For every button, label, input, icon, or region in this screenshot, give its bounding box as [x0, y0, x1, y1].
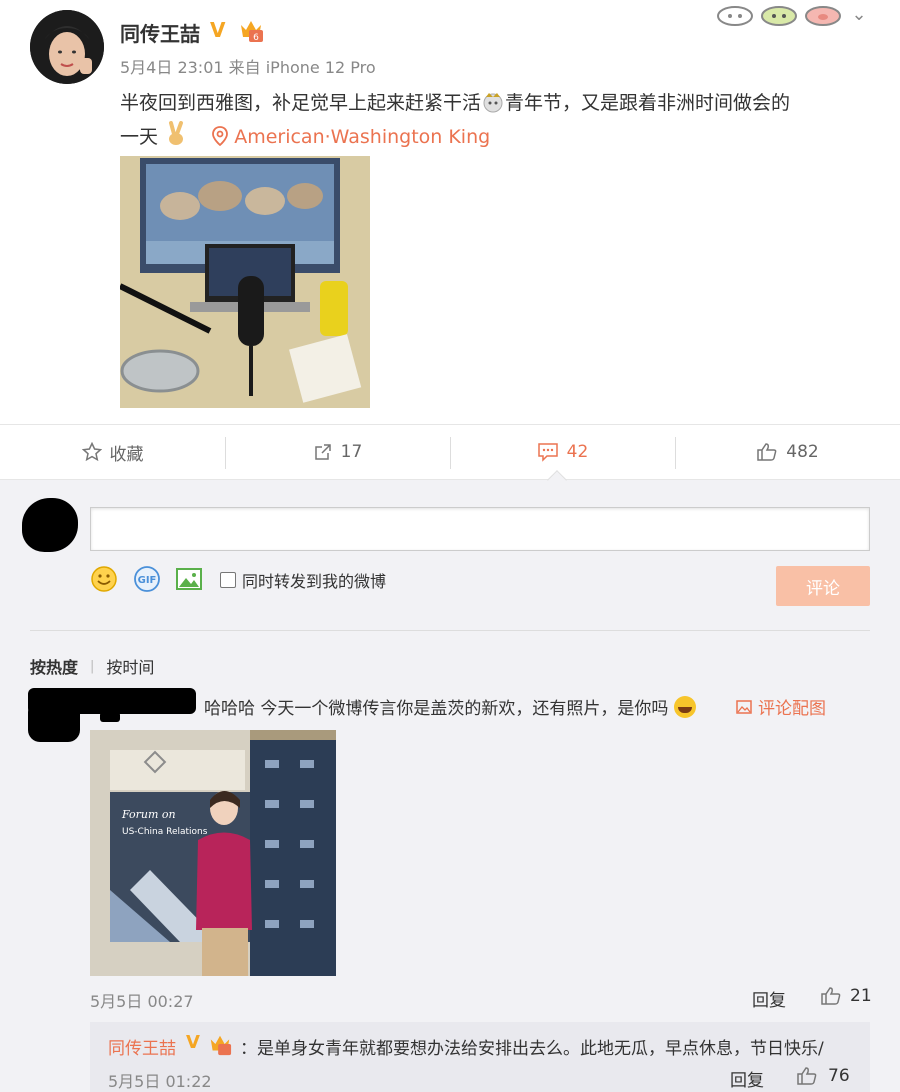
comment-text: 哈哈哈 今天一个微博传言你是盖茨的新欢，还有照片，是你吗: [204, 694, 697, 719]
redacted-mark: [100, 712, 120, 722]
picture-icon: [736, 699, 752, 714]
comment-reply-button[interactable]: 回复: [752, 986, 786, 1011]
action-bar: 收藏 17 42 482: [0, 424, 900, 480]
post-card: 同传王喆 V 6 5月4日 23:01 来自 iPhone 12 Pro ⌄ 半…: [0, 0, 900, 424]
comment-like-count: 21: [850, 986, 872, 1006]
verified-badge: V: [210, 18, 226, 42]
svg-text:6: 6: [253, 33, 259, 43]
location-pin-icon: [212, 126, 229, 146]
top-emoji-strip: ⌄: [716, 4, 870, 26]
reply-time: 5月5日 01:22: [108, 1072, 212, 1091]
redacted-commenter-avatar: [28, 700, 80, 742]
thumbs-up-icon: [797, 1067, 817, 1085]
reply-verified-badge: V: [186, 1032, 200, 1053]
post-text-line1: 半夜回到西雅图，补足觉早上起来赶紧干活 青年节，又是跟着非洲时间做会的: [120, 86, 880, 120]
post-text-line2: 一天 American·Washington King: [120, 120, 880, 154]
bean-emoji-icon[interactable]: [760, 4, 798, 26]
medal-icon[interactable]: 6: [238, 17, 264, 43]
chevron-down-icon[interactable]: ⌄: [848, 4, 870, 26]
comment-icon: [537, 443, 558, 462]
thumbs-up-icon: [757, 443, 777, 461]
location-text: American·Washington King: [234, 126, 491, 148]
comment-like-button[interactable]: 21: [820, 986, 872, 1006]
gif-icon[interactable]: GIF: [133, 565, 161, 593]
crown-emoji-icon: [481, 89, 505, 113]
redacted-user-avatar: [22, 498, 78, 552]
forward-to-weibo-option[interactable]: 同时转发到我的微博: [220, 568, 386, 592]
post-text: 半夜回到西雅图，补足觉早上起来赶紧干活 青年节，又是跟着非洲时间做会的 一天 Am…: [120, 86, 880, 154]
like-count: 482: [786, 442, 819, 462]
post-text-part1: 半夜回到西雅图，补足觉早上起来赶紧干活: [120, 92, 482, 114]
reply-reply-button[interactable]: 回复: [730, 1066, 764, 1091]
reply-medal-icon[interactable]: [208, 1032, 232, 1056]
comment-button[interactable]: 42: [450, 425, 675, 479]
post-text-part3: 一天: [120, 126, 159, 148]
repost-button[interactable]: 17: [225, 425, 450, 479]
comment-count: 42: [566, 442, 589, 462]
emoji-icon[interactable]: [90, 565, 118, 593]
thumbs-up-icon: [821, 987, 841, 1005]
comment-pic-link[interactable]: 评论配图: [736, 694, 826, 719]
comment-body: 哈哈哈 今天一个微博传言你是盖茨的新欢，还有照片，是你吗: [204, 699, 669, 719]
post-image[interactable]: [120, 156, 370, 408]
image-icon[interactable]: [175, 565, 203, 593]
forward-checkbox[interactable]: [220, 572, 236, 588]
location-link[interactable]: American·Washington King: [212, 126, 490, 148]
share-icon: [314, 444, 331, 460]
cap-emoji-icon[interactable]: [716, 4, 754, 26]
reply-text: ：是单身女青年就都要想办法给安排出去么。此地无瓜，早点休息，节日快乐/: [240, 1039, 824, 1059]
comment-image[interactable]: Forum on US-China Relations: [90, 730, 336, 976]
grin-emoji-icon: [674, 695, 697, 718]
sort-by-time[interactable]: 按时间: [106, 654, 154, 678]
forward-label: 同时转发到我的微博: [242, 572, 387, 591]
victory-hand-icon: [164, 121, 188, 147]
star-icon: [81, 442, 102, 462]
submit-comment-button[interactable]: 评论: [776, 566, 870, 606]
author-name[interactable]: 同传王喆: [120, 18, 200, 47]
reply-author-name[interactable]: 同传王喆: [108, 1034, 176, 1059]
post-meta: 5月4日 23:01 来自 iPhone 12 Pro: [120, 58, 376, 77]
sort-tabs: 按热度 | 按时间: [30, 654, 154, 678]
forum-text: Forum on: [121, 808, 176, 821]
like-button[interactable]: 482: [675, 425, 900, 479]
author-avatar[interactable]: [30, 10, 104, 84]
favorite-button[interactable]: 收藏: [0, 425, 225, 479]
sort-by-hot[interactable]: 按热度: [30, 654, 78, 678]
sort-separator: |: [90, 658, 95, 674]
section-divider: [30, 630, 870, 631]
svg-text:GIF: GIF: [138, 575, 157, 586]
comment-time: 5月5日 00:27: [90, 992, 194, 1011]
post-text-part2: 青年节，又是跟着非洲时间做会的: [505, 92, 791, 114]
comment-pic-label: 评论配图: [758, 699, 826, 719]
repost-count: 17: [340, 442, 363, 462]
pig-emoji-icon[interactable]: [804, 4, 842, 26]
reply-like-button[interactable]: 76: [796, 1066, 850, 1086]
comment-input[interactable]: [90, 507, 870, 551]
reply-like-count: 76: [828, 1066, 850, 1086]
forum-subtext: US-China Relations: [122, 827, 208, 837]
favorite-label: 收藏: [109, 444, 144, 465]
